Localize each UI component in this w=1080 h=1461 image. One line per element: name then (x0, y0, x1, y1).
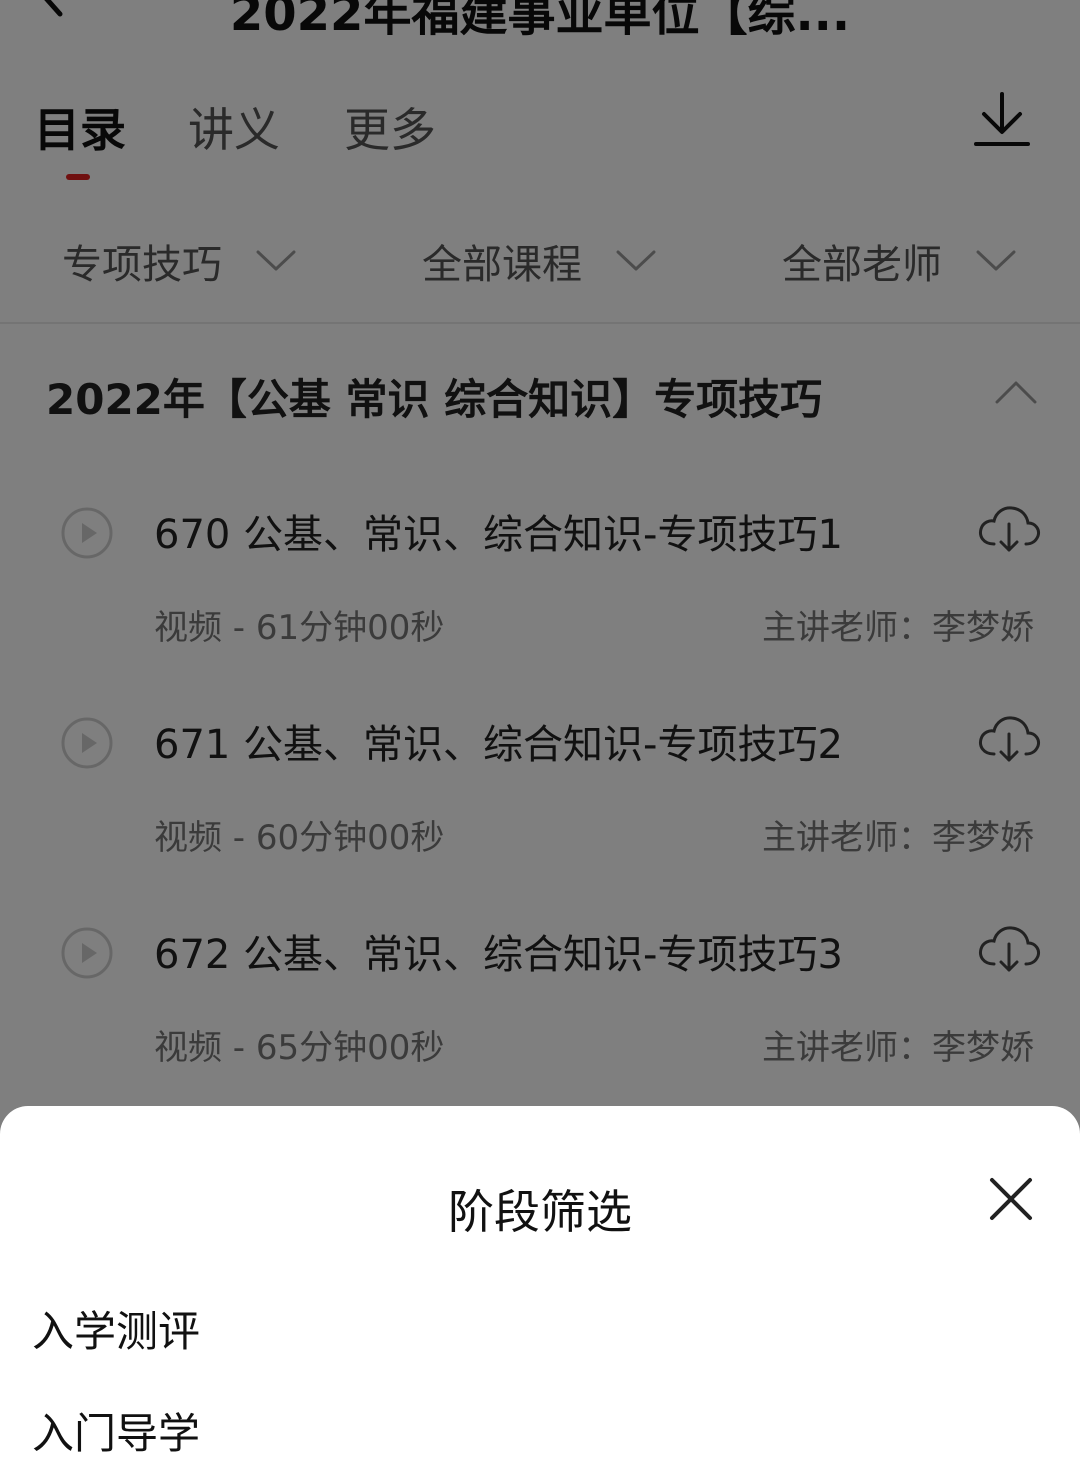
stage-filter-sheet: 阶段筛选 入学测评 入门导学 (0, 1106, 1080, 1458)
sheet-title: 阶段筛选 (448, 1185, 632, 1239)
stage-option[interactable]: 入门导学 (32, 1400, 200, 1461)
stage-option[interactable]: 入学测评 (32, 1298, 200, 1359)
close-icon[interactable] (986, 1174, 1036, 1224)
